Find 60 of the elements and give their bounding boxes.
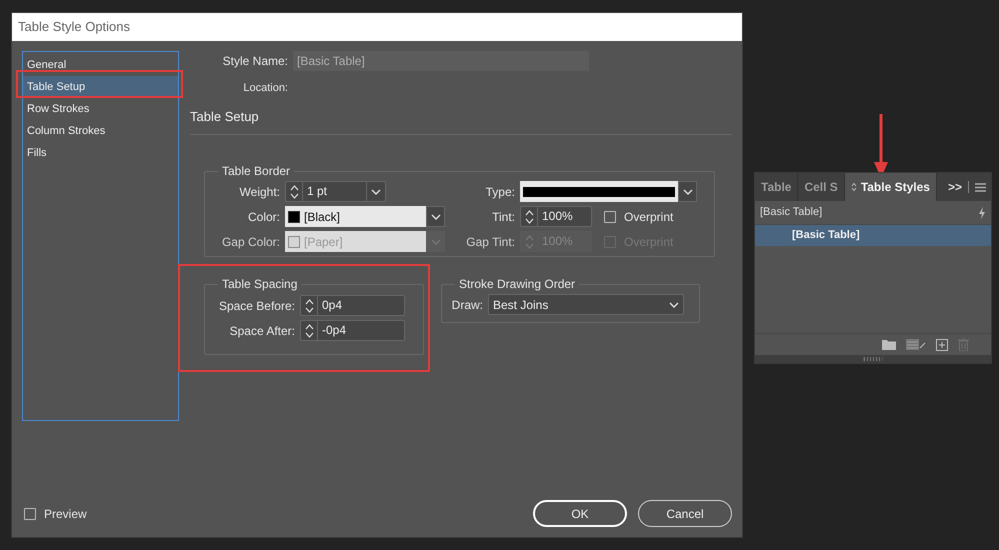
- up-down-arrows-icon: [524, 208, 534, 224]
- field-label: Draw:: [452, 298, 483, 312]
- spinner-field[interactable]: 100%: [520, 206, 592, 227]
- chevron-down-icon: [682, 188, 692, 194]
- dialog-button[interactable]: Cancel: [638, 500, 732, 527]
- resize-grip[interactable]: [755, 355, 991, 363]
- category-item[interactable]: General: [23, 54, 178, 76]
- field-label: Tint:: [492, 210, 515, 224]
- toolbar-icon[interactable]: [906, 339, 926, 350]
- panel-overflow[interactable]: >>: [948, 178, 962, 196]
- field-label: Gap Tint:: [466, 234, 515, 248]
- lightning-icon[interactable]: [978, 206, 986, 218]
- field-value: -0p4: [321, 322, 348, 339]
- checkbox-label: Preview: [44, 506, 87, 522]
- field-label: Style Name:: [222, 54, 288, 68]
- sort-arrows-icon: [850, 182, 857, 192]
- field-label: Space After:: [230, 324, 295, 338]
- field-label: Location:: [243, 82, 288, 94]
- style-group-label: [Basic Table]: [760, 205, 822, 220]
- spinner-field[interactable]: 1 pt: [285, 181, 386, 202]
- color-name: [Black]: [304, 208, 340, 226]
- field-label: Color:: [248, 210, 280, 224]
- field-label: Type:: [486, 184, 515, 198]
- chevron-down-icon: [430, 214, 440, 220]
- toolbar-icon[interactable]: [882, 339, 896, 350]
- panel-tab[interactable]: Table: [755, 173, 798, 201]
- category-item[interactable]: Table Setup: [23, 76, 178, 98]
- stroke-type-dropdown[interactable]: [520, 181, 697, 202]
- category-item[interactable]: Column Strokes: [23, 120, 178, 142]
- field-value: 1 pt: [306, 183, 328, 200]
- menu-icon[interactable]: [975, 182, 986, 192]
- field-label: Space Before:: [218, 298, 295, 312]
- dialog-button[interactable]: OK: [533, 500, 627, 527]
- window-title: Table Style Options: [18, 18, 130, 36]
- up-down-arrows-icon: [290, 184, 298, 200]
- chevron-down-icon: [669, 302, 679, 308]
- field-value: 0p4: [321, 297, 344, 314]
- color-name: [Paper]: [304, 234, 343, 250]
- field-value: 100%: [541, 208, 574, 225]
- up-down-arrows-icon: [304, 298, 314, 314]
- section-title: Table Setup: [190, 108, 259, 124]
- spinner-field[interactable]: 0p4: [300, 295, 405, 316]
- checkbox-label: Overprint: [624, 208, 674, 226]
- field-label: Weight:: [240, 184, 280, 198]
- panel-tab[interactable]: Table Styles: [844, 173, 937, 201]
- up-down-arrows-icon: [304, 322, 314, 338]
- group-title: Table Spacing: [218, 276, 302, 292]
- category-item[interactable]: Fills: [23, 142, 178, 164]
- style-item[interactable]: [Basic Table]: [755, 225, 991, 246]
- field-label: Gap Color:: [222, 234, 280, 248]
- checkbox[interactable]: [604, 210, 616, 222]
- chevron-down-icon: [430, 238, 440, 244]
- draw-order-dropdown[interactable]: Best Joins: [488, 294, 684, 315]
- group-title: Stroke Drawing Order: [455, 276, 580, 292]
- chevron-down-icon: [371, 188, 381, 194]
- up-down-arrows-icon: [524, 234, 534, 250]
- toolbar-icon[interactable]: [936, 338, 948, 350]
- spinner-field[interactable]: -0p4: [300, 320, 405, 341]
- category-item[interactable]: Row Strokes: [23, 98, 178, 120]
- checkbox[interactable]: [24, 508, 36, 520]
